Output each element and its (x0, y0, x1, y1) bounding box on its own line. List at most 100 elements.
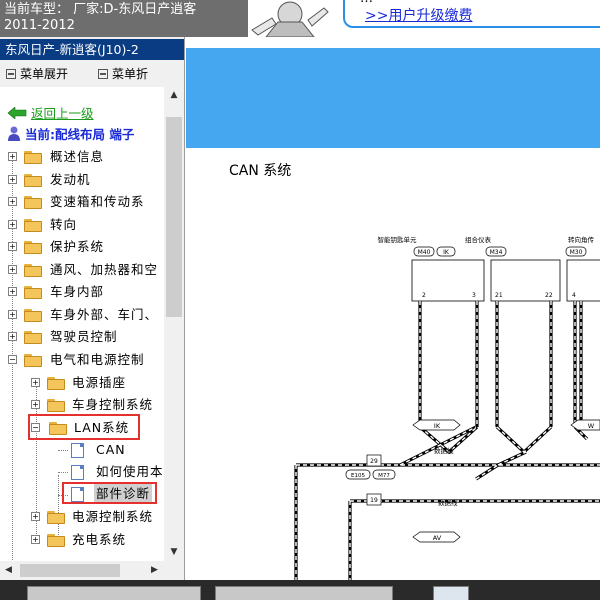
folder-icon (47, 534, 65, 547)
unit-label: 智能钥匙单元 (378, 235, 418, 244)
back-link[interactable]: 返回上一级 (31, 106, 94, 121)
vehicle-line-1: 当前车型： 厂家:D-东风日产逍客 (4, 2, 197, 17)
pin-label: 22 (545, 292, 553, 299)
folder-icon (24, 196, 42, 209)
connector-label: M34 (490, 249, 503, 256)
tree-node[interactable]: + 转向 (0, 215, 164, 235)
tree-node-label: 电源插座 (72, 375, 127, 390)
junction-label: 19 (370, 497, 378, 504)
scroll-thumb[interactable] (20, 564, 120, 577)
expand-icon: + (31, 400, 40, 409)
bottom-toolbar (0, 580, 600, 600)
header-bar: 当前车型： 厂家:D-东风日产逍客 2011-2012 … >>用户升级缴费 (0, 0, 600, 37)
tree-node[interactable]: + 变速箱和传动系 (0, 192, 164, 212)
pin-label: 21 (495, 292, 503, 299)
folder-icon (47, 399, 65, 412)
tree-node[interactable]: + 车身外部、车门、 (0, 305, 164, 325)
signal-label: W (588, 422, 595, 430)
vehicle-info: 当前车型： 厂家:D-东风日产逍客 2011-2012 (0, 0, 248, 37)
folder-icon (47, 377, 65, 390)
tree-subnode[interactable]: + 电源控制系统 (0, 507, 164, 527)
scroll-left-icon[interactable]: ◀ (0, 561, 17, 580)
menu-expand-label: 菜单展开 (20, 67, 69, 81)
vertical-scrollbar[interactable]: ▲ ▼ (164, 87, 184, 561)
wire-label: 数据线 (438, 498, 458, 507)
tree-subnode[interactable]: + 电源插座 (0, 373, 164, 393)
tree-subnode[interactable]: + 车身控制系统 (0, 395, 164, 415)
bottom-button-2[interactable] (215, 586, 393, 600)
menu-expand-icon (6, 69, 16, 79)
expand-icon: + (31, 378, 40, 387)
connector-label: M40 (418, 249, 431, 256)
upgrade-link[interactable]: >>用户升级缴费 (365, 5, 472, 25)
folder-icon (24, 241, 42, 254)
horizontal-scrollbar[interactable]: ◀ ▶ (0, 561, 164, 580)
highlight-box (62, 482, 157, 504)
folder-open-icon (24, 354, 42, 367)
tree-node-label: 变速箱和传动系 (50, 194, 145, 209)
menu-collapse-label: 菜单折 (112, 67, 149, 81)
expand-icon: + (8, 287, 17, 296)
scroll-thumb[interactable] (166, 117, 182, 317)
content-pane: CAN 系统 智能钥匙单元 组合仪表 转向角传 M40 IK M34 M30 2… (186, 37, 600, 580)
scroll-up-icon[interactable]: ▲ (164, 87, 184, 104)
menu-collapse-button[interactable]: 菜单折 (98, 63, 148, 85)
tree-node[interactable]: + 驾驶员控制 (0, 327, 164, 347)
expand-icon: + (8, 175, 17, 184)
tree-view: 返回上一级 当前:配线布局 端子 + 概述信息 + 发动机 + 变速箱和传动系 … (0, 87, 164, 561)
connector-label: M77 (378, 473, 390, 479)
scroll-down-icon[interactable]: ▼ (164, 544, 184, 561)
expand-icon: + (31, 535, 40, 544)
folder-icon (47, 511, 65, 524)
tree-node[interactable]: + 保护系统 (0, 237, 164, 257)
vehicle-line-2: 2011-2012 (4, 18, 75, 33)
wiring-diagram: 智能钥匙单元 组合仪表 转向角传 M40 IK M34 M30 2 3 21 2… (294, 235, 600, 580)
tree-node[interactable]: + 通风、加热器和空 (0, 260, 164, 280)
tree-node-label: 保护系统 (50, 239, 105, 254)
folder-icon (24, 309, 42, 322)
menu-toolbar: 菜单展开 菜单折 (0, 63, 184, 85)
folder-icon (24, 219, 42, 232)
back-arrow-icon (7, 106, 27, 120)
tree-node-label: 通风、加热器和空 (50, 262, 159, 277)
expand-icon: + (8, 332, 17, 341)
tree-node[interactable]: + 发动机 (0, 170, 164, 190)
expand-icon: + (8, 265, 17, 274)
document-icon (71, 443, 84, 458)
sidebar: 东风日产-新逍客(J10)-2 菜单展开 菜单折 返回上一级 当前:配线布局 端… (0, 37, 185, 580)
tree-leaf[interactable]: CAN (0, 440, 164, 460)
tree-node-label: 电源控制系统 (72, 509, 154, 524)
app-window: 当前车型： 厂家:D-东风日产逍客 2011-2012 … >>用户升级缴费 东… (0, 0, 600, 600)
tree-node[interactable]: + 概述信息 (0, 147, 164, 167)
user-icon (8, 126, 20, 141)
diagram-title: CAN 系统 (229, 163, 292, 179)
tree-node-label: 驾驶员控制 (50, 329, 118, 344)
tree-subnode[interactable]: + 充电系统 (0, 530, 164, 550)
monitor-icon[interactable] (433, 586, 469, 600)
folder-icon (24, 151, 42, 164)
tree-node-expanded[interactable]: − 电气和电源控制 (0, 350, 164, 370)
model-title: 东风日产-新逍客(J10)-2 (0, 39, 184, 60)
tree-leaf[interactable]: 如何使用本 (0, 462, 164, 482)
highlight-box (28, 414, 140, 440)
expand-icon: + (31, 512, 40, 521)
tree-leaf-label: CAN (96, 442, 126, 457)
back-row[interactable]: 返回上一级 (7, 104, 94, 124)
signal-label: IK (434, 422, 441, 430)
tree-node-label: 发动机 (50, 172, 91, 187)
tree-node-label: 转向 (50, 217, 78, 232)
pin-label: 4 (572, 292, 576, 299)
signal-flag (570, 419, 600, 431)
bottom-button-1[interactable] (27, 586, 201, 600)
unit-label: 转向角传 (568, 235, 595, 244)
expand-icon: + (8, 220, 17, 229)
document-icon (71, 465, 84, 480)
tree-node-label: 充电系统 (72, 532, 127, 547)
tree-node[interactable]: + 车身内部 (0, 282, 164, 302)
mascot-image (250, 0, 330, 37)
signal-label: AV (433, 534, 442, 542)
current-path: 当前:配线布局 端子 (7, 125, 134, 145)
expand-icon: + (8, 310, 17, 319)
scroll-right-icon[interactable]: ▶ (146, 561, 163, 580)
menu-expand-button[interactable]: 菜单展开 (6, 63, 68, 85)
